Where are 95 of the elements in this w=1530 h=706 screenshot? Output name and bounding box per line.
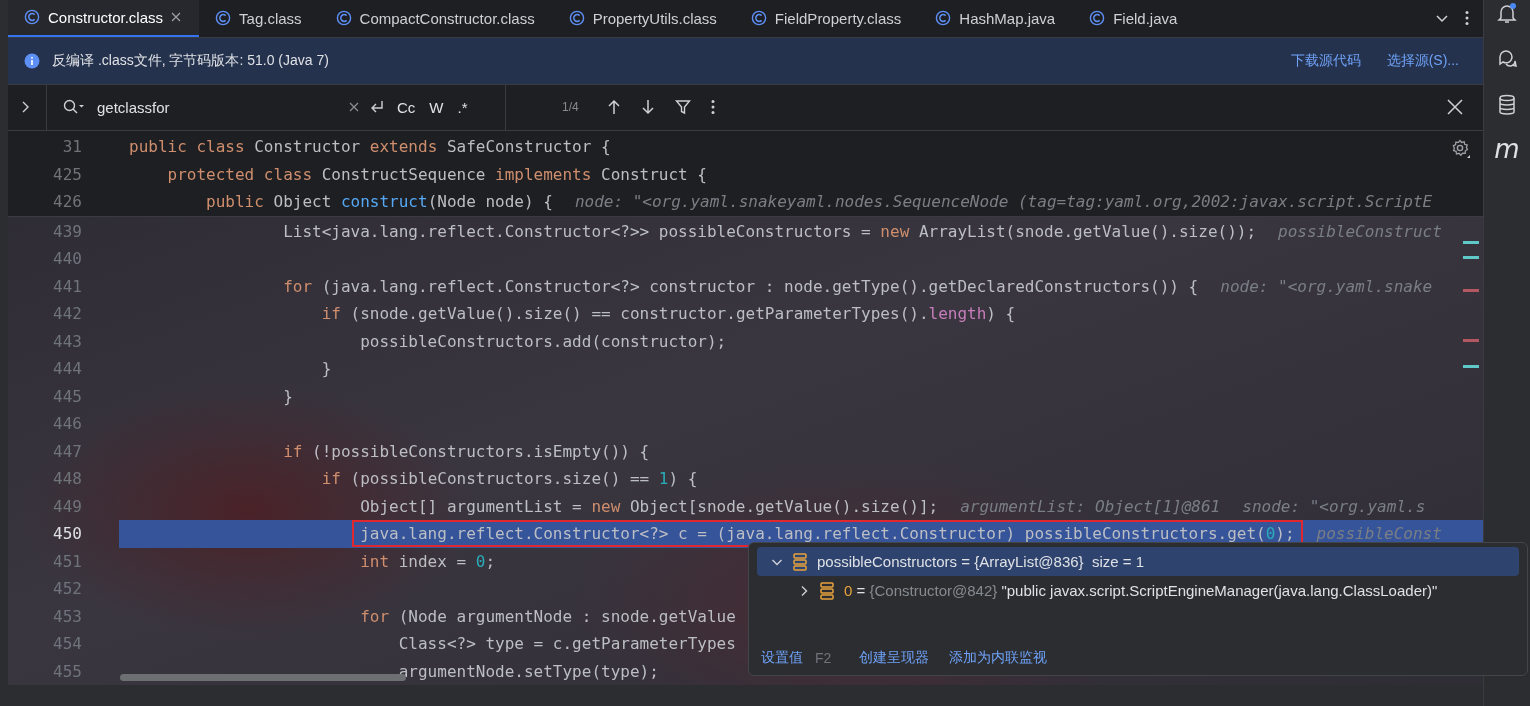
stripe-mark[interactable]: [1463, 255, 1479, 259]
variable-text: possibleConstructors = {ArrayList@836} size = 1: [817, 553, 1145, 570]
banner-message: 反编译 .class文件, 字节码版本: 51.0 (Java 7): [52, 51, 329, 70]
inline-value-hint: snode: "<org.yaml.s: [1242, 496, 1426, 516]
code-text: protected class ConstructSequence implements Construct {: [166, 163, 708, 186]
close-icon[interactable]: [1447, 99, 1463, 116]
line-number: 450: [52, 524, 83, 544]
arrow-down-icon[interactable]: [640, 99, 655, 116]
editor-tab[interactable]: PropertyUtils.class: [552, 0, 735, 37]
popup-action-link[interactable]: 设置值: [761, 649, 803, 667]
line-number: 440: [52, 249, 83, 269]
line-number: 448: [52, 469, 83, 489]
variable-row[interactable]: possibleConstructors = {ArrayList@836} size = 1: [757, 547, 1519, 576]
database-icon[interactable]: [1497, 94, 1517, 116]
line-number: 451: [52, 551, 83, 571]
editor-tab[interactable]: Tag.class: [199, 0, 320, 37]
inline-value-hint: argumentList: Object[1]@861: [960, 496, 1221, 516]
editor-tab[interactable]: CompactConstructor.class: [319, 0, 553, 37]
code-text: argumentNode.setType(type);: [397, 660, 660, 683]
popup-action-link[interactable]: 创建呈现器: [859, 649, 930, 667]
code-text: if (possibleConstructors.size() == 1) {: [320, 468, 699, 491]
code-text: for (java.lang.reflect.Constructor<?> constructor : node.getType().getDeclaredConstructors()) {: [282, 275, 1200, 298]
variable-text: 0 = {Constructor@842} "public javax.script.ScriptEngineManager(java.lang.ClassLoader)": [844, 582, 1438, 599]
line-number: 453: [52, 606, 83, 626]
code-text: List<java.lang.reflect.Constructor<?>> possibleConstructors = new ArrayList(snode.getValue().size());: [282, 220, 1258, 243]
editor-tab[interactable]: Field.java: [1073, 0, 1196, 37]
class-icon: [1089, 10, 1106, 27]
plugin-label[interactable]: m: [1494, 136, 1520, 162]
line-number: 441: [52, 276, 83, 296]
arrow-up-icon[interactable]: [606, 99, 621, 116]
banner-link[interactable]: 选择源(S)...: [1386, 51, 1459, 70]
search-field[interactable]: getclassfor Cc W .*: [46, 84, 506, 130]
line-number: 442: [52, 304, 83, 324]
code-text: public Object construct(Node node) {: [205, 191, 554, 214]
line-number: 445: [52, 386, 83, 406]
stack-icon: [820, 581, 834, 600]
line-number: 426: [52, 192, 83, 212]
line-number: 447: [52, 441, 83, 461]
code-text: int index = 0;: [359, 550, 497, 573]
bell-icon[interactable]: [1496, 2, 1518, 24]
match-count: 1/4: [562, 100, 579, 115]
line-number: 439: [52, 221, 83, 241]
class-icon: [935, 10, 952, 27]
stripe-mark[interactable]: [1463, 240, 1479, 244]
stripe-mark[interactable]: [1463, 338, 1479, 342]
popup-action-link[interactable]: 添加为内联监视: [949, 649, 1048, 667]
code-text: }: [282, 385, 294, 408]
line-number: 454: [52, 634, 83, 654]
code-text: }: [320, 358, 333, 381]
line-number: 452: [52, 579, 83, 599]
search-option-toggle[interactable]: W: [429, 98, 444, 116]
more-icon[interactable]: [1465, 10, 1469, 27]
editor-tab[interactable]: HashMap.java: [919, 0, 1074, 37]
chevron-right-icon[interactable]: [20, 101, 30, 114]
line-number: 446: [52, 414, 83, 434]
class-icon: [335, 10, 352, 27]
line-number: 31: [61, 137, 83, 157]
search-option-toggle[interactable]: Cc: [397, 98, 416, 116]
filter-icon[interactable]: [674, 99, 691, 116]
search-icon[interactable]: [63, 99, 85, 116]
inline-value-hint: possibleConstruct: [1278, 221, 1442, 241]
line-number: 449: [52, 496, 83, 516]
stripe-mark[interactable]: [1463, 288, 1479, 292]
more-icon[interactable]: [710, 99, 715, 116]
line-number: 455: [52, 661, 83, 681]
banner-link[interactable]: 下载源代码: [1290, 51, 1361, 70]
inline-value-hint: node: "<org.yaml.snakeyaml.nodes.SequenceNode (tag=tag:yaml.org,2002:javax.script.ScriptE: [574, 192, 1433, 212]
info-icon: [24, 52, 40, 69]
settings-icon[interactable]: [1451, 139, 1471, 159]
shortcut-hint: F2: [815, 650, 832, 666]
class-icon: [215, 10, 232, 27]
class-icon: [568, 10, 585, 27]
chat-icon[interactable]: [1496, 48, 1518, 70]
code-text: public class Constructor extends SafeConstructor {: [128, 136, 612, 159]
class-icon: [24, 9, 40, 26]
code-text: Class<?> type = c.getParameterTypes: [397, 633, 737, 656]
line-number: 443: [52, 331, 83, 351]
code-text: if (snode.getValue().size() == constructor.getParameterTypes().length) {: [320, 303, 1017, 326]
variable-row[interactable]: 0 = {Constructor@842} "public javax.script.ScriptEngineManager(java.lang.ClassLoader)": [757, 576, 1519, 605]
class-icon: [750, 10, 767, 27]
stripe-mark[interactable]: [1463, 364, 1479, 368]
editor-tab[interactable]: Constructor.class: [8, 0, 200, 37]
inline-value-hint: node: "<org.yaml.snake: [1220, 276, 1433, 296]
editor-tab[interactable]: FieldProperty.class: [734, 0, 920, 37]
code-text: for (Node argumentNode : snode.getValue: [359, 605, 737, 628]
inline-value-hint: possibleConst: [1316, 524, 1442, 544]
code-text: Object[] argumentList = new Object[snode.getValue().size()];: [359, 495, 940, 518]
code-text: possibleConstructors.add(constructor);: [359, 330, 728, 353]
search-option-toggle[interactable]: .*: [457, 98, 468, 116]
stack-icon: [793, 552, 807, 571]
close-icon[interactable]: [171, 12, 182, 23]
clear-icon[interactable]: [349, 102, 359, 113]
line-number: 425: [52, 164, 83, 184]
code-text: if (!possibleConstructors.isEmpty()) {: [282, 440, 651, 463]
line-number: 444: [52, 359, 83, 379]
